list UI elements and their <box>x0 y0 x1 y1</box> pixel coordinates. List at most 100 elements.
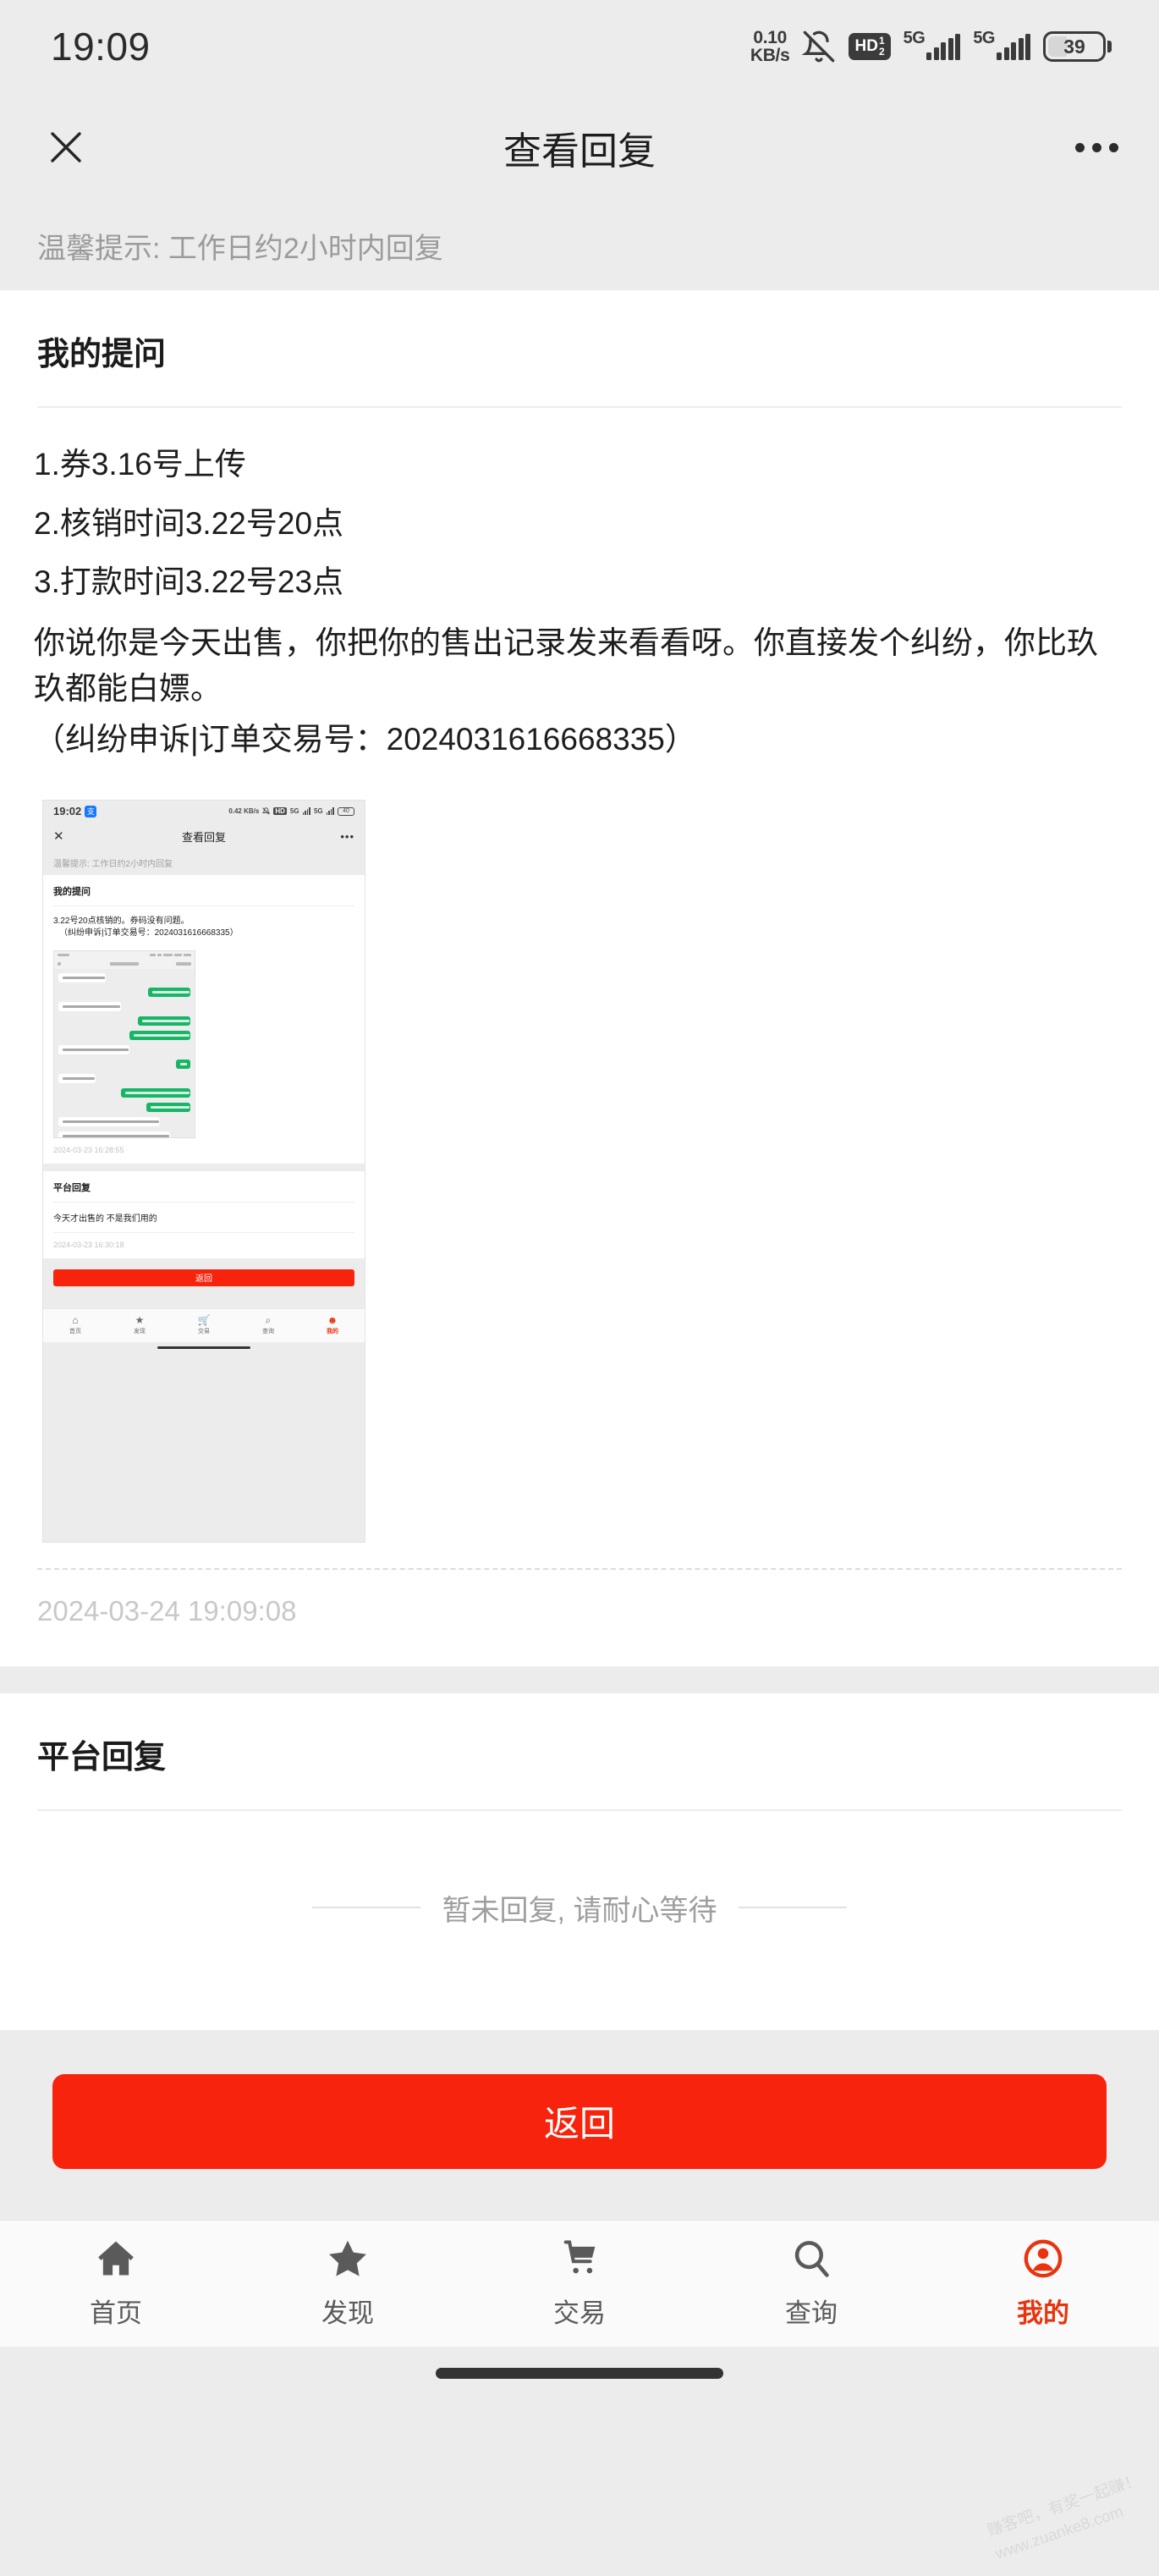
attachment-back-button: 返回 <box>53 1269 354 1286</box>
sim1-network-label: 5G <box>903 28 926 47</box>
attachment-question-card: 我的提问 3.22号20点核销的。券码没有问题。 （纠纷申诉|订单交易号：202… <box>43 874 365 1164</box>
attachment-clock-group: 19:02 支 <box>53 805 97 818</box>
attachment-status-bar: 19:02 支 0.42 KB/s HD 5G 5G 40 <box>43 800 365 823</box>
home-indicator-area <box>0 2346 1159 2401</box>
network-speed-value: 0.10 <box>753 27 787 47</box>
attachment-area: 19:02 支 0.42 KB/s HD 5G 5G 40 ✕ 查看回复 •••… <box>0 771 1159 1543</box>
attachment-tab-label: 我的 <box>327 1329 338 1335</box>
attachment-reply-time: 2024-03-23 16:30:18 <box>53 1240 124 1249</box>
platform-reply-card: 平台回复 暂未回复, 请耐心等待 <box>0 1693 1159 2030</box>
alipay-badge-icon: 支 <box>85 805 97 817</box>
question-line: 2.核销时间3.22号20点 <box>34 505 344 541</box>
hd-sim1-label: 1 <box>878 34 885 47</box>
nested-chat-screenshot <box>53 949 195 1138</box>
network-speed-indicator: 0.10 KB/s <box>750 27 790 65</box>
question-paragraph: 你说你是今天出售，你把你的售出记录发来看看呀。你直接发个纠纷，你比玖玖都能白嫖。 <box>34 625 1098 706</box>
tab-label: 首页 <box>90 2298 142 2329</box>
home-icon: ⌂ <box>72 1314 79 1327</box>
attachment-clock: 19:02 <box>53 805 82 818</box>
attachment-more-dots-icon: ••• <box>340 830 354 844</box>
section-gap <box>0 1665 1159 1693</box>
tab-label: 我的 <box>1017 2298 1069 2329</box>
tip-text: 温馨提示: 工作日约2小时内回复 <box>37 233 443 265</box>
star-icon <box>329 2241 366 2276</box>
my-question-card: 我的提问 1.券3.16号上传 2.核销时间3.22号20点 3.打款时间3.2… <box>0 290 1159 1666</box>
attachment-tab-home: ⌂ 首页 <box>43 1315 107 1335</box>
attachment-tab-mine: ☻ 我的 <box>300 1315 365 1335</box>
more-dots-icon[interactable] <box>1075 142 1118 152</box>
attachment-hd-icon: HD <box>273 807 287 816</box>
sim1-signal-icon: 5G <box>904 30 961 60</box>
question-body: 1.券3.16号上传 2.核销时间3.22号20点 3.打款时间3.22号23点… <box>0 408 1159 771</box>
back-button[interactable]: 返回 <box>52 2073 1107 2169</box>
tab-mine[interactable]: 我的 <box>927 2237 1159 2330</box>
my-question-title: 我的提问 <box>37 337 167 372</box>
tab-home[interactable]: 首页 <box>0 2237 232 2330</box>
sim2-network-label: 5G <box>973 28 995 47</box>
attachment-sim1-signal-icon <box>302 807 310 816</box>
home-icon <box>98 2241 134 2276</box>
attachment-reply-title: 平台回复 <box>53 1182 91 1193</box>
tab-label: 发现 <box>321 2298 374 2329</box>
battery-icon: 39 <box>1043 31 1112 62</box>
hd-sim2-label: 2 <box>878 45 885 58</box>
hd-label: HD <box>854 37 878 55</box>
question-line: 3.打款时间3.22号23点 <box>34 564 344 600</box>
cart-icon <box>563 2240 596 2274</box>
search-icon <box>794 2241 829 2278</box>
tab-discover[interactable]: 发现 <box>232 2237 464 2330</box>
phone-screen: 19:09 0.10 KB/s HD 1 2 5G 5G 39 查看回复 温馨提… <box>0 0 1159 2576</box>
attachment-tab-trade: 🛒 交易 <box>172 1315 236 1335</box>
attachment-page-title: 查看回复 <box>181 831 226 845</box>
attachment-question-line: 3.22号20点核销的。券码没有问题。 <box>53 916 190 926</box>
status-bar: 19:09 0.10 KB/s HD 1 2 5G 5G 39 <box>0 0 1159 93</box>
attachment-sim2-signal-icon <box>326 807 334 816</box>
network-speed-unit: KB/s <box>750 46 790 65</box>
empty-rule-right <box>739 1907 848 1909</box>
attachment-header: ✕ 查看回复 ••• <box>43 822 365 851</box>
attachment-bell-muted-icon <box>261 804 271 819</box>
close-icon[interactable] <box>36 117 96 178</box>
hd-voice-icon: HD 1 2 <box>849 32 891 61</box>
attachment-sim2-network-label: 5G <box>313 807 323 816</box>
action-area: 返回 <box>0 2029 1159 2220</box>
tab-label: 交易 <box>553 2298 606 2329</box>
page-header: 查看回复 <box>0 93 1159 201</box>
attachment-tip-text: 温馨提示: 工作日约2小时内回复 <box>53 860 173 870</box>
attachment-network-speed: 0.42 KB/s <box>228 807 260 816</box>
attachment-tab-label: 查询 <box>262 1329 274 1335</box>
attachment-reply-text: 今天才出售的 不是我们用的 <box>53 1214 157 1224</box>
search-icon: ⌕ <box>265 1314 272 1327</box>
attachment-sim1-network-label: 5G <box>289 807 299 816</box>
sim2-signal-icon: 5G <box>973 30 1030 60</box>
attachment-tab-search: ⌕ 查询 <box>236 1315 300 1335</box>
attachment-question-time: 2024-03-23 16:28:55 <box>53 1145 124 1154</box>
tab-trade[interactable]: 交易 <box>464 2237 695 2330</box>
empty-state-text: 暂未回复, 请耐心等待 <box>442 1894 717 1927</box>
home-indicator[interactable] <box>436 2368 723 2380</box>
bell-muted-icon <box>802 29 836 64</box>
user-icon: ☻ <box>327 1314 338 1327</box>
cart-icon: 🛒 <box>197 1314 211 1327</box>
attachment-battery-icon: 40 <box>338 806 354 816</box>
page-title: 查看回复 <box>503 129 656 173</box>
attachment-question-text: 3.22号20点核销的。券码没有问题。 （纠纷申诉|订单交易号：20240316… <box>43 906 365 944</box>
attachment-close-icon: ✕ <box>53 829 64 845</box>
attachment-tab-label: 发现 <box>134 1329 146 1335</box>
user-icon <box>1024 2239 1063 2278</box>
tab-search[interactable]: 查询 <box>695 2237 927 2330</box>
question-order-line: （纠纷申诉|订单交易号：2024031616668335） <box>34 721 696 757</box>
attachment-tip-banner: 温馨提示: 工作日约2小时内回复 <box>43 850 365 875</box>
empty-rule-left <box>311 1907 420 1909</box>
platform-reply-title: 平台回复 <box>37 1739 167 1775</box>
watermark-line1: 赚客吧，有奖一起赚！ <box>985 2471 1143 2540</box>
battery-percent-label: 39 <box>1063 35 1085 58</box>
attachment-question-title: 我的提问 <box>53 886 91 897</box>
attachment-tab-label: 首页 <box>69 1329 81 1335</box>
attachment-screenshot[interactable]: 19:02 支 0.42 KB/s HD 5G 5G 40 ✕ 查看回复 •••… <box>42 799 365 1543</box>
question-timestamp: 2024-03-24 19:09:08 <box>37 1594 297 1627</box>
bottom-tab-bar: 首页 发现 交易 查询 我的 <box>0 2219 1159 2347</box>
question-line: 1.券3.16号上传 <box>34 447 246 482</box>
empty-state: 暂未回复, 请耐心等待 <box>0 1811 1159 2030</box>
attachment-tab-bar: ⌂ 首页 ★ 发现 🛒 交易 ⌕ 查询 ☻ 我的 <box>43 1307 365 1342</box>
